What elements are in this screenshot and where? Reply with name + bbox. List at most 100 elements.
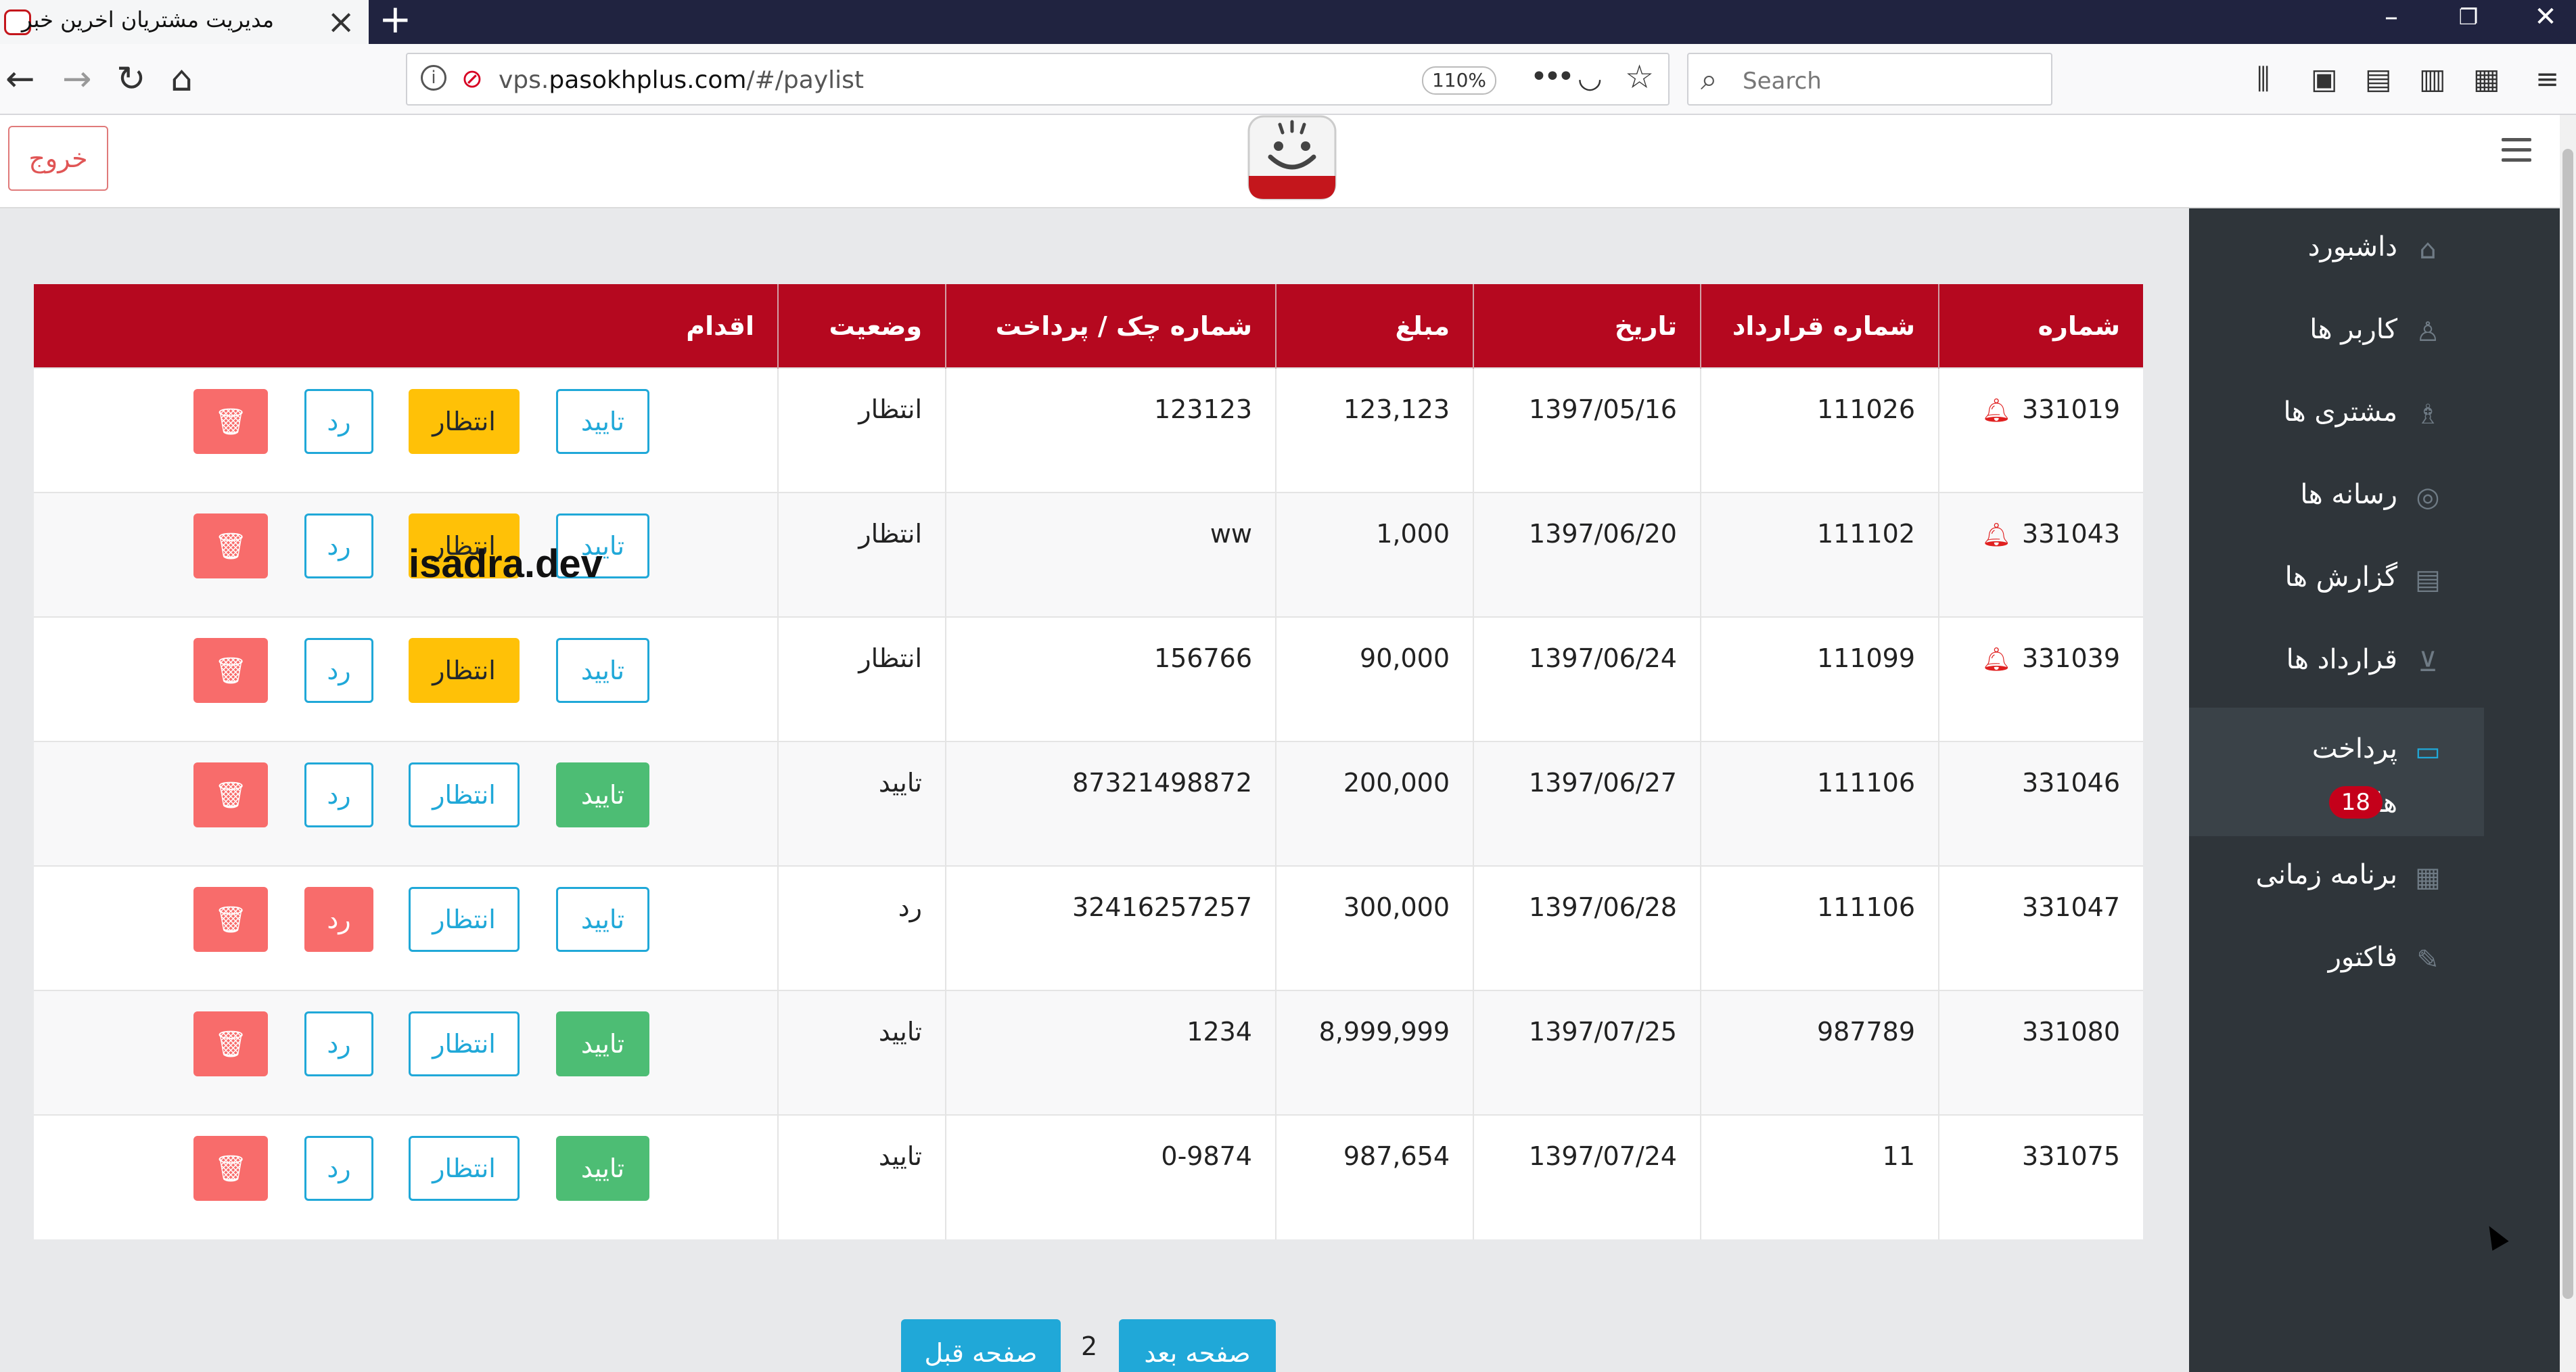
reject-button[interactable]: رد: [304, 513, 373, 578]
sidebar-item-contracts[interactable]: ⊻ قرارداد ها: [2189, 621, 2484, 704]
pending-button[interactable]: انتظار: [409, 887, 520, 952]
cell-actions: تایید انتظار رد 🗑︎: [34, 741, 778, 866]
restore-icon[interactable]: ❐: [2438, 0, 2499, 35]
users-icon: ♗: [2416, 399, 2440, 430]
cell-date: 1397/07/24: [1473, 1114, 1701, 1239]
sidebar-toggle-icon[interactable]: ▤: [2365, 63, 2392, 95]
action-buttons: تایید انتظار رد 🗑︎: [34, 1011, 777, 1076]
delete-button[interactable]: 🗑︎: [193, 1136, 268, 1201]
sidebar-item-payments[interactable]: ▭ پرداخت ها 18: [2189, 708, 2484, 836]
container-icon[interactable]: ▣: [2311, 63, 2338, 95]
menu-icon[interactable]: ≡: [2535, 63, 2559, 95]
page-actions-icon[interactable]: •••: [1530, 60, 1575, 94]
pending-button[interactable]: انتظار: [409, 762, 520, 827]
pending-button[interactable]: انتظار: [409, 638, 520, 703]
search-bar[interactable]: ⌕ Search: [1687, 53, 2052, 106]
delete-button[interactable]: 🗑︎: [193, 887, 268, 952]
cell-check-number: 0-9874: [945, 1114, 1276, 1239]
delete-button[interactable]: 🗑︎: [193, 513, 268, 578]
browser-tab[interactable]: مدیریت مشتریان اخرین خبر ×: [0, 0, 369, 44]
approve-button[interactable]: تایید: [556, 762, 649, 827]
cell-contract-number: 111099: [1700, 616, 1939, 741]
sidebar-item-customers[interactable]: ♗ مشتری ها: [2189, 373, 2484, 456]
delete-button[interactable]: 🗑︎: [193, 638, 268, 703]
reject-button[interactable]: رد: [304, 1136, 373, 1201]
reject-button[interactable]: رد: [304, 762, 373, 827]
sidebar-item-users[interactable]: ♙ کاربر ها: [2189, 291, 2484, 373]
cell-date: 1397/06/27: [1473, 741, 1701, 866]
hamburger-menu-icon[interactable]: [2502, 138, 2531, 168]
cell-actions: تایید انتظار رد 🗑︎: [34, 1114, 778, 1239]
new-tab-icon[interactable]: +: [379, 0, 412, 39]
cell-amount: 8,999,999: [1275, 990, 1473, 1115]
sidebar-item-invoice[interactable]: ✎ فاکتور: [2189, 919, 2484, 1001]
cell-contract-number: 987789: [1700, 990, 1939, 1115]
url-bar[interactable]: i ⊘ vps.pasokhplus.com/#/paylist 110% ••…: [406, 53, 1670, 106]
bell-icon[interactable]: 🔔︎: [1982, 397, 2011, 424]
table-row: 331046 111106 1397/06/27 200,000 87321498872…: [34, 741, 2143, 866]
table-row: 331039🔔︎ 111099 1397/06/24 90,000 156766 انتظ…: [34, 616, 2143, 741]
minimize-icon[interactable]: –: [2361, 0, 2422, 35]
back-icon[interactable]: ←: [5, 59, 35, 99]
sidebar-item-reports[interactable]: ▤ گزارش ها: [2189, 539, 2484, 621]
cell-status: انتظار: [777, 367, 946, 493]
reload-icon[interactable]: ↻: [116, 59, 146, 99]
screenshot-icon[interactable]: ▥: [2419, 63, 2446, 95]
window-close-icon[interactable]: ✕: [2515, 0, 2576, 35]
close-tab-icon[interactable]: ×: [327, 1, 355, 42]
pending-button[interactable]: انتظار: [409, 389, 520, 454]
next-page-button[interactable]: صفحه بعد: [1119, 1319, 1276, 1372]
watermark-text: isadra.dev: [409, 542, 603, 586]
reject-button[interactable]: رد: [304, 887, 373, 952]
cell-check-number: 1234: [945, 990, 1276, 1115]
sidebar-item-schedule[interactable]: ▦ برنامه زمانی: [2189, 836, 2484, 919]
search-input[interactable]: Search: [1743, 68, 1822, 95]
sidebar-item-dashboard[interactable]: ⌂ داشبورد: [2189, 208, 2484, 291]
url-text[interactable]: vps.pasokhplus.com/#/paylist: [499, 66, 864, 94]
logout-button[interactable]: خروج: [8, 126, 108, 191]
bookmark-star-icon[interactable]: ☆: [1625, 58, 1654, 96]
sidebar-item-label: پرداخت: [2312, 733, 2397, 764]
approve-button[interactable]: تایید: [556, 887, 649, 952]
sidebar-item-label: مشتری ها: [2283, 396, 2397, 428]
approve-button[interactable]: تایید: [556, 1011, 649, 1076]
reject-button[interactable]: رد: [304, 389, 373, 454]
scrollbar-thumb[interactable]: [2562, 149, 2573, 1299]
delete-button[interactable]: 🗑︎: [193, 762, 268, 827]
forward-icon[interactable]: →: [62, 59, 92, 99]
info-icon[interactable]: i: [421, 65, 446, 91]
home-icon[interactable]: ⌂: [170, 59, 193, 99]
cell-date: 1397/06/28: [1473, 865, 1701, 990]
pending-button[interactable]: انتظار: [409, 1011, 520, 1076]
zoom-badge[interactable]: 110%: [1422, 66, 1496, 95]
bell-icon[interactable]: 🔔︎: [1982, 646, 2011, 673]
reject-button[interactable]: رد: [304, 1011, 373, 1076]
previous-page-button[interactable]: صفحه قبل: [901, 1319, 1061, 1372]
insecure-lock-icon[interactable]: ⊘: [461, 64, 483, 93]
sidebar-item-label: رسانه ها: [2300, 479, 2397, 510]
sidebar: ⌂ داشبورد ♙ کاربر ها ♗ مشتری ها ◎ رسانه …: [2189, 208, 2560, 1372]
sidebar-item-label: برنامه زمانی: [2255, 859, 2397, 890]
sidebar-item-media[interactable]: ◎ رسانه ها: [2189, 456, 2484, 539]
reject-button[interactable]: رد: [304, 638, 373, 703]
cell-contract-number: 111102: [1700, 492, 1939, 617]
approve-button[interactable]: تایید: [556, 389, 649, 454]
payments-table: شماره شماره قرارداد تاریخ مبلغ شماره چک …: [34, 284, 2143, 1239]
page-scrollbar[interactable]: [2560, 115, 2576, 1372]
bell-icon[interactable]: 🔔︎: [1982, 522, 2011, 549]
pending-button[interactable]: انتظار: [409, 1136, 520, 1201]
search-icon: ⌕: [1701, 62, 1718, 97]
library-icon[interactable]: ⫼: [2257, 63, 2270, 95]
approve-button[interactable]: تایید: [556, 638, 649, 703]
qr-code-icon[interactable]: ▦: [2473, 63, 2500, 95]
cell-check-number: 87321498872: [945, 741, 1276, 866]
browser-tab-bar: مدیریت مشتریان اخرین خبر × + – ❐ ✕: [0, 0, 2576, 44]
delete-button[interactable]: 🗑︎: [193, 1011, 268, 1076]
cell-date: 1397/06/20: [1473, 492, 1701, 617]
approve-button[interactable]: تایید: [556, 1136, 649, 1201]
trash-icon: 🗑︎: [214, 656, 248, 685]
pocket-icon[interactable]: ◡: [1578, 61, 1603, 94]
cell-number: 331047: [1938, 865, 2143, 990]
delete-button[interactable]: 🗑︎: [193, 389, 268, 454]
cell-actions: تایید انتظار رد 🗑︎: [34, 865, 778, 990]
